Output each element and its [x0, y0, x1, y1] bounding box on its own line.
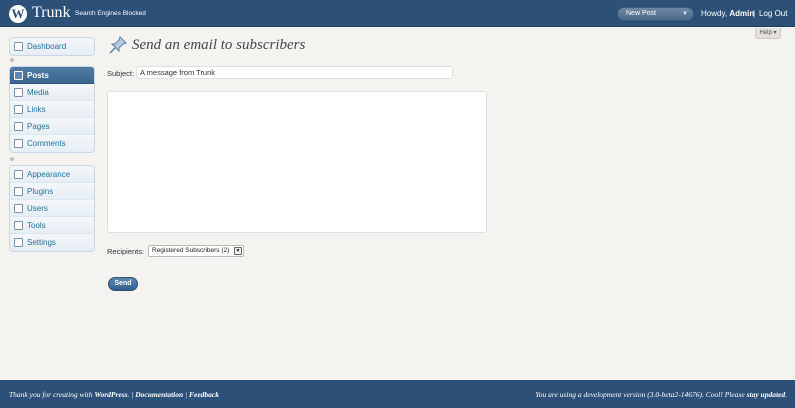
sidebar-item-label: Tools	[27, 221, 46, 230]
pages-icon	[14, 122, 23, 131]
feedback-link[interactable]: Feedback	[189, 390, 219, 399]
sidebar-item-label: Plugins	[27, 187, 54, 196]
version-suffix: .	[785, 390, 787, 399]
sidebar-item-label: Dashboard	[27, 42, 67, 51]
menu-group-settings: Appearance Plugins Users Tools Settings	[9, 165, 95, 252]
comments-icon	[14, 139, 23, 148]
wordpress-logo-icon[interactable]: W	[9, 5, 27, 23]
subject-label: Subject:	[107, 69, 135, 78]
sidebar-item-posts[interactable]: Posts	[10, 67, 94, 84]
site-title[interactable]: Trunk	[32, 4, 71, 22]
menu-separator	[10, 58, 14, 62]
stay-updated-link[interactable]: stay updated	[747, 390, 786, 399]
sidebar-item-links[interactable]: Links	[10, 101, 94, 118]
sidebar-item-tools[interactable]: Tools	[10, 217, 94, 234]
version-text: You are using a development version (3.0…	[535, 390, 747, 399]
menu-separator	[10, 157, 14, 161]
sidebar-item-settings[interactable]: Settings	[10, 234, 94, 251]
send-button[interactable]: Send	[108, 277, 138, 291]
users-icon	[14, 204, 23, 213]
posts-icon	[14, 71, 23, 80]
sidebar-item-appearance[interactable]: Appearance	[10, 166, 94, 183]
pushpin-icon	[109, 36, 127, 54]
footer-credits: Thank you for creating with WordPress. |…	[9, 390, 219, 399]
admin-footer: Thank you for creating with WordPress. |…	[0, 380, 795, 408]
howdy-prefix: Howdy,	[701, 9, 730, 18]
help-tab[interactable]: Help ▾	[755, 28, 781, 39]
menu-group-dashboard: Dashboard	[9, 37, 95, 56]
footer-version: You are using a development version (3.0…	[535, 390, 787, 399]
subject-input[interactable]	[136, 66, 453, 79]
user-greeting: Howdy, Admin	[701, 9, 754, 18]
sidebar-item-media[interactable]: Media	[10, 84, 94, 101]
new-post-label: New Post	[626, 10, 656, 17]
logout-link[interactable]: Log Out	[759, 9, 787, 18]
wordpress-link[interactable]: WordPress	[94, 390, 127, 399]
chevron-down-icon[interactable]: ▼	[682, 8, 688, 20]
sidebar-item-dashboard[interactable]: Dashboard	[10, 38, 94, 55]
menu-group-content: Posts Media Links Pages Comments	[9, 66, 95, 153]
tools-icon	[14, 221, 23, 230]
plugins-icon	[14, 187, 23, 196]
sidebar-item-label: Posts	[27, 71, 49, 80]
new-post-button[interactable]: New Post ▼	[617, 7, 694, 21]
recipients-select[interactable]: Registered Subscribers (2) ▼	[148, 245, 244, 257]
header-separator: |	[753, 9, 756, 18]
sidebar-item-comments[interactable]: Comments	[10, 135, 94, 152]
sidebar-item-users[interactable]: Users	[10, 200, 94, 217]
site-subtitle: Search Engines Blocked	[75, 10, 146, 17]
sidebar-item-label: Appearance	[27, 170, 71, 179]
sidebar-item-plugins[interactable]: Plugins	[10, 183, 94, 200]
links-icon	[14, 105, 23, 114]
recipients-label: Recipients:	[107, 247, 145, 256]
sidebar-item-label: Settings	[27, 238, 56, 247]
page-title: Send an email to subscribers	[132, 37, 306, 53]
sidebar-item-pages[interactable]: Pages	[10, 118, 94, 135]
sidebar-item-label: Pages	[27, 122, 50, 131]
sidebar-item-label: Comments	[27, 139, 66, 148]
media-icon	[14, 88, 23, 97]
admin-header: W Trunk Search Engines Blocked New Post …	[0, 0, 795, 27]
settings-icon	[14, 238, 23, 247]
documentation-link[interactable]: Documentation	[135, 390, 183, 399]
username-link[interactable]: Admin	[729, 9, 754, 18]
email-body-textarea[interactable]	[107, 91, 487, 233]
recipients-selected-value: Registered Subscribers (2)	[152, 247, 230, 254]
chevron-down-icon[interactable]: ▼	[234, 247, 242, 255]
sidebar-item-label: Media	[27, 88, 49, 97]
sidebar-item-label: Links	[27, 105, 46, 114]
sidebar-item-label: Users	[27, 204, 48, 213]
dashboard-icon	[14, 42, 23, 51]
appearance-icon	[14, 170, 23, 179]
footer-thanks-text: Thank you for creating with	[9, 390, 95, 399]
